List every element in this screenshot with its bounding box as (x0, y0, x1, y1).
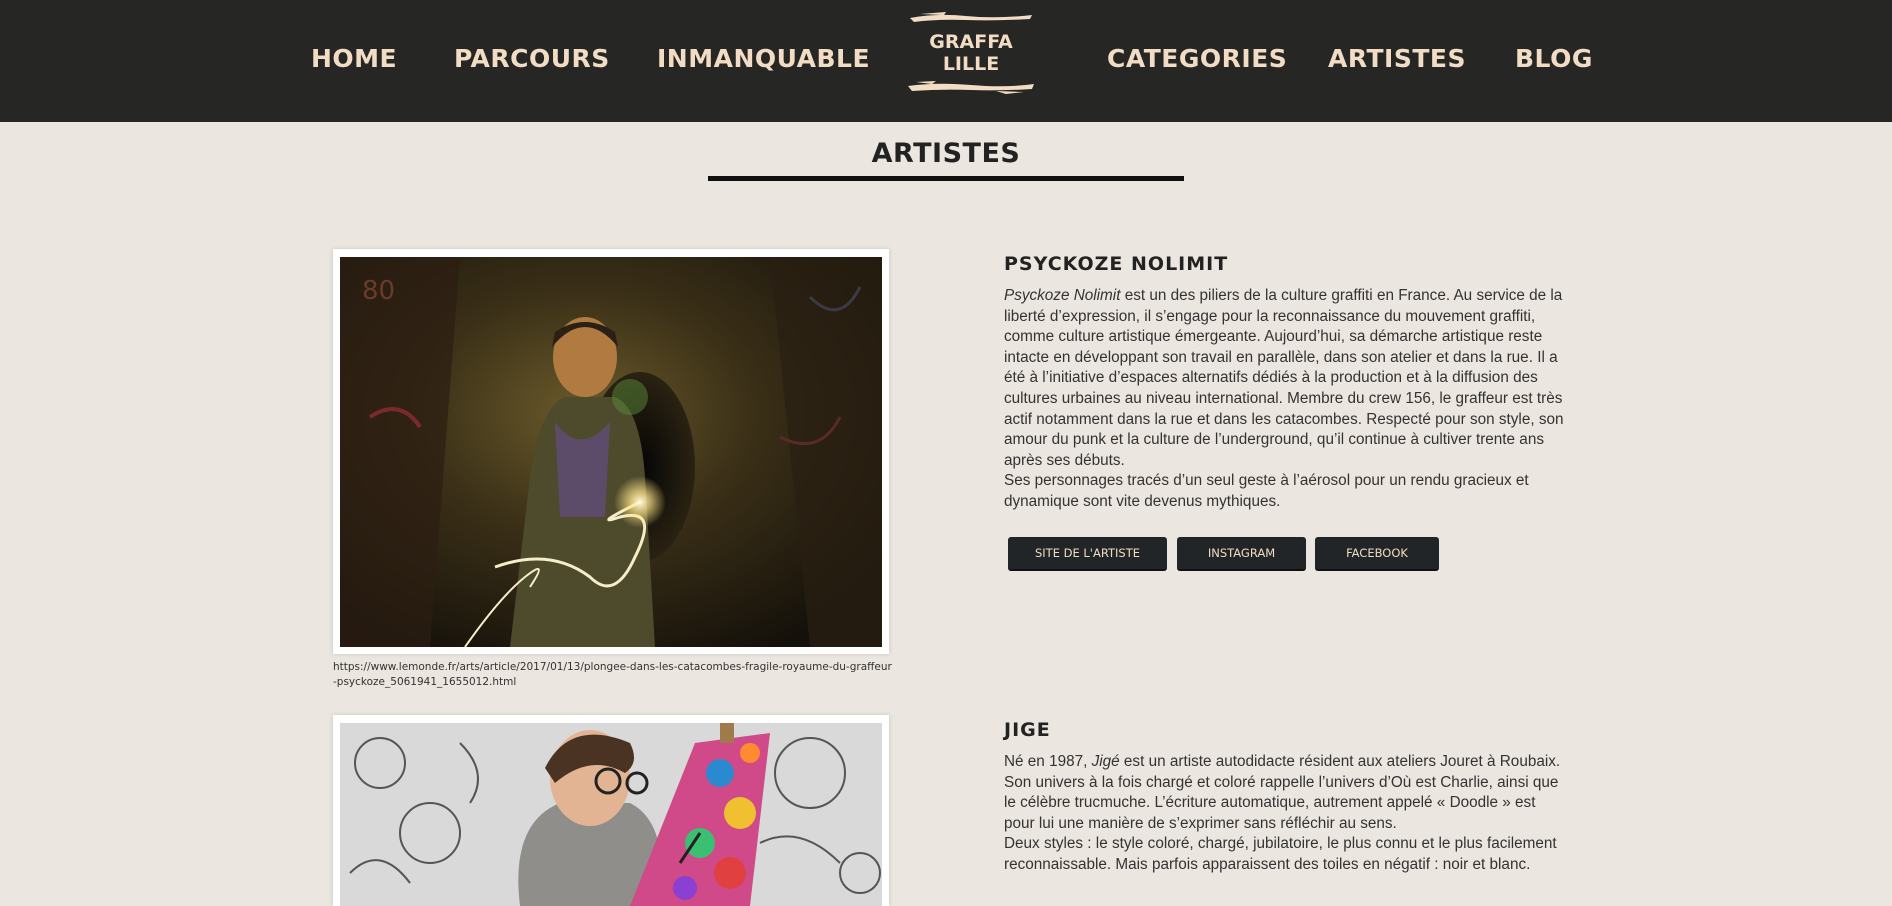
bio-paragraph: Psyckoze Nolimit est un des piliers de l… (1004, 286, 1566, 471)
nav-artistes-link[interactable]: ARTISTES (1328, 44, 1466, 73)
artist-name-italic: Jigé (1091, 753, 1120, 770)
page-title: ARTISTES (871, 138, 1021, 169)
nav-blog-link[interactable]: BLOG (1515, 44, 1593, 73)
bio-paragraph: Deux styles : le style coloré, chargé, j… (1004, 835, 1557, 873)
artist-name-jige: JIGE (1004, 719, 1051, 741)
artist-photo-jige[interactable] (340, 723, 882, 906)
nav-home-link[interactable]: HOME (311, 44, 397, 73)
top-navigation-bar: HOME PARCOURS INMANQUABLE GRAFFA LILLE C… (0, 0, 1892, 122)
artist-bio-jige: Né en 1987, Jigé est un artiste autodida… (1004, 752, 1566, 876)
bio-text: Né en 1987, (1004, 753, 1092, 770)
graffa-lille-logo[interactable]: GRAFFA LILLE (906, 12, 1036, 94)
title-underline (708, 176, 1184, 181)
bio-text: est un des piliers de la culture graffit… (1004, 287, 1564, 469)
nav-inmanquable-link[interactable]: INMANQUABLE (657, 44, 870, 73)
logo-text-line2: LILLE (942, 53, 1000, 75)
artist-website-button[interactable]: SITE DE L'ARTISTE (1008, 537, 1167, 571)
nav-categories-link[interactable]: CATEGORIES (1107, 44, 1287, 73)
artist-photo-frame: 80 (333, 249, 889, 654)
artist-name-italic: Psyckoze Nolimit (1004, 287, 1121, 304)
artist-bio-psyckoze: Psyckoze Nolimit est un des piliers de l… (1004, 286, 1566, 513)
artist-photo-psyckoze[interactable]: 80 (340, 257, 882, 647)
nav-parcours-link[interactable]: PARCOURS (454, 44, 610, 73)
artist-photo-frame (333, 715, 889, 906)
instagram-button[interactable]: INSTAGRAM (1177, 537, 1306, 571)
artist-name-psyckoze: PSYCKOZE NOLIMIT (1004, 253, 1229, 275)
bio-paragraph: Né en 1987, Jigé est un artiste autodida… (1004, 752, 1566, 834)
photo-source-caption: https://www.lemonde.fr/arts/article/2017… (333, 661, 892, 688)
logo-text-line1: GRAFFA (929, 31, 1013, 53)
facebook-button[interactable]: FACEBOOK (1315, 537, 1439, 571)
svg-text:80: 80 (362, 276, 395, 306)
bio-paragraph: Ses personnages tracés d’un seul geste à… (1004, 472, 1529, 510)
